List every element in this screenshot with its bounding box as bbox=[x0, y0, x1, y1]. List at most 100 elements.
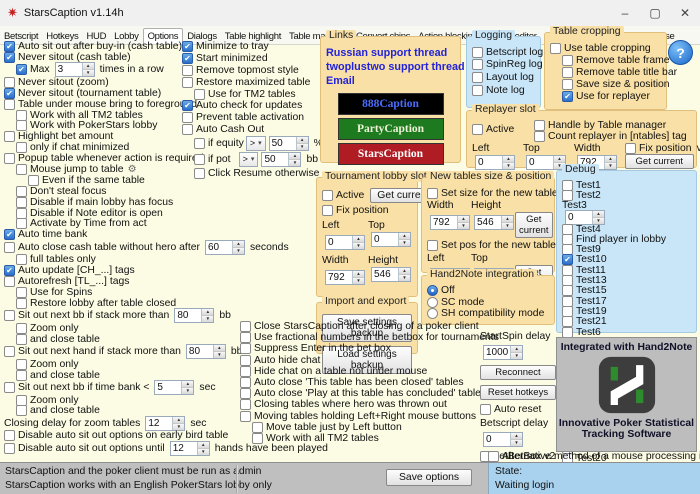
up-arrow-icon[interactable]: ▲ bbox=[511, 433, 522, 440]
checkbox-fix-position[interactable] bbox=[625, 143, 636, 154]
down-arrow-icon[interactable]: ▼ bbox=[511, 440, 522, 446]
up-arrow-icon[interactable]: ▲ bbox=[289, 152, 301, 160]
checkbox-use-for-tm2-tables[interactable] bbox=[194, 88, 205, 100]
down-arrow-icon[interactable]: ▼ bbox=[458, 223, 469, 229]
checkbox-move-table-just-by-left-button[interactable] bbox=[252, 421, 263, 433]
checkbox-remove-table-title-bar[interactable] bbox=[562, 66, 573, 78]
up-arrow-icon[interactable]: ▲ bbox=[458, 216, 469, 223]
width-spinner[interactable]: 792 ▲ ▼ bbox=[430, 215, 470, 230]
checkbox-zoom-only[interactable] bbox=[16, 358, 27, 370]
checkbox-test10[interactable]: ✔ bbox=[562, 254, 573, 266]
checkbox-note-log[interactable] bbox=[472, 84, 483, 96]
checkbox-zoom-only[interactable] bbox=[16, 322, 27, 334]
gear-icon[interactable]: ⚙ bbox=[128, 164, 137, 175]
checkbox-restore-lobby-after-table-closed[interactable] bbox=[16, 297, 27, 309]
up-arrow-icon[interactable]: ▲ bbox=[202, 309, 214, 317]
checkbox-auto-close-cash-table-without-hero-after[interactable] bbox=[4, 241, 15, 253]
radio-sc-mode[interactable] bbox=[427, 296, 438, 308]
left-spinner[interactable]: 0▲▼ bbox=[475, 155, 515, 170]
checkbox-auto-reset[interactable] bbox=[480, 403, 491, 415]
down-arrow-icon[interactable]: ▼ bbox=[182, 388, 194, 395]
spinner-arrows[interactable]: ▲▼ bbox=[502, 156, 514, 169]
help-icon[interactable]: ? bbox=[668, 40, 693, 65]
down-arrow-icon[interactable]: ▼ bbox=[232, 247, 244, 254]
minimize-icon[interactable]: – bbox=[610, 0, 640, 26]
checkbox-alternative-method-of-a-mouse-processing-in-hud[interactable] bbox=[488, 451, 499, 462]
up-arrow-icon[interactable]: ▲ bbox=[503, 156, 514, 163]
spinner-arrows[interactable]: ▲▼ bbox=[592, 210, 604, 224]
checkbox-set-size-for-the-new-tables[interactable] bbox=[427, 188, 438, 199]
checkbox-don-t-steal-focus[interactable] bbox=[16, 185, 27, 197]
checkbox-never-sitout-cash-table[interactable]: ✔ bbox=[4, 51, 15, 63]
checkbox-if-pot[interactable] bbox=[194, 153, 205, 165]
checkbox-save-size-position[interactable] bbox=[562, 79, 573, 91]
checkbox-auto-update-ch-tags[interactable]: ✔ bbox=[4, 265, 15, 277]
checkbox-auto-hide-chat[interactable] bbox=[240, 354, 251, 366]
checkbox-test6[interactable] bbox=[562, 326, 573, 338]
checkbox-remove-table-frame[interactable] bbox=[562, 54, 573, 66]
checkbox-spinreg-log[interactable] bbox=[472, 59, 483, 71]
checkbox-active[interactable] bbox=[322, 190, 333, 201]
radio-off[interactable] bbox=[427, 285, 438, 297]
down-arrow-icon[interactable]: ▼ bbox=[399, 275, 410, 281]
up-arrow-icon[interactable]: ▲ bbox=[82, 63, 94, 71]
checkbox-prevent-table-activation[interactable] bbox=[182, 112, 193, 124]
checkbox-max[interactable]: ✔ bbox=[16, 64, 27, 76]
down-arrow-icon[interactable]: ▼ bbox=[202, 316, 214, 323]
down-arrow-icon[interactable]: ▼ bbox=[173, 423, 185, 430]
down-arrow-icon[interactable]: ▼ bbox=[353, 278, 364, 284]
checkbox-table-under-mouse-bring-to-foreground[interactable] bbox=[4, 98, 15, 110]
up-arrow-icon[interactable]: ▲ bbox=[511, 346, 523, 353]
checkbox-auto-sit-out-after-buy-in-cash-table[interactable]: ✔ bbox=[4, 40, 15, 52]
down-arrow-icon[interactable]: ▼ bbox=[289, 159, 301, 166]
left-spinner[interactable]: 0▲▼ bbox=[325, 235, 365, 250]
number-spinner[interactable]: 12 ▲ ▼ bbox=[145, 415, 186, 431]
checkbox-sit-out-next-hand-if-stack-more-than[interactable] bbox=[4, 346, 15, 358]
up-arrow-icon[interactable]: ▲ bbox=[605, 156, 616, 163]
spinner-arrows[interactable]: ▲▼ bbox=[457, 216, 469, 229]
checkbox-disable-auto-sit-out-options-until[interactable] bbox=[4, 442, 15, 454]
maximize-icon[interactable]: ▢ bbox=[640, 0, 670, 26]
spinner-arrows[interactable]: ▲▼ bbox=[231, 240, 244, 254]
badge-888caption[interactable]: 888Caption bbox=[337, 93, 444, 115]
checkbox-layout-log[interactable] bbox=[472, 71, 483, 83]
link-russian-support-thread[interactable]: Russian support thread bbox=[326, 47, 447, 59]
checkbox-test21[interactable] bbox=[562, 316, 573, 328]
badge-partycaption[interactable]: PartyCaption bbox=[337, 118, 444, 140]
get-current-button[interactable]: Get current bbox=[515, 212, 553, 238]
up-arrow-icon[interactable]: ▲ bbox=[213, 345, 225, 353]
badge-starscaption[interactable]: StarsCaption bbox=[337, 143, 444, 165]
checkbox-auto-time-bank[interactable]: ✔ bbox=[4, 229, 15, 241]
checkbox-test4[interactable] bbox=[562, 223, 573, 235]
checkbox-remove-topmost-style[interactable] bbox=[182, 64, 193, 76]
checkbox-work-with-pokerstars-lobby[interactable] bbox=[16, 120, 27, 132]
checkbox-count-replayer-in-ntables-tag[interactable] bbox=[534, 131, 545, 142]
checkbox-disable-auto-sit-out-options-on-early-bird-table[interactable] bbox=[4, 430, 15, 442]
checkbox-suppress-enter-in-the-bet-box[interactable] bbox=[240, 343, 251, 355]
button-reset-hotkeys[interactable]: Reset hotkeys bbox=[480, 384, 556, 400]
comparison-dropdown[interactable]: > ▾ bbox=[238, 151, 259, 167]
number-spinner[interactable]: 60 ▲ ▼ bbox=[204, 239, 245, 255]
up-arrow-icon[interactable]: ▲ bbox=[197, 441, 209, 449]
number-spinner[interactable]: 1000 ▲ ▼ bbox=[483, 345, 524, 360]
checkbox-highlight-bet-amount[interactable] bbox=[4, 131, 15, 143]
get-current-button[interactable]: Get current bbox=[625, 154, 694, 169]
close-icon[interactable]: ✕ bbox=[670, 0, 700, 26]
checkbox-only-if-chat-minimized[interactable] bbox=[16, 142, 27, 154]
spinner-arrows[interactable]: ▲▼ bbox=[81, 63, 94, 77]
checkbox-hide-chat-on-a-table-not-under-mouse[interactable] bbox=[240, 365, 251, 377]
down-arrow-icon[interactable]: ▼ bbox=[399, 240, 410, 246]
down-arrow-icon[interactable]: ▼ bbox=[197, 448, 209, 455]
height-spinner[interactable]: 546 ▲ ▼ bbox=[474, 215, 514, 230]
checkbox-never-sitout-tournament-table[interactable]: ✔ bbox=[4, 87, 15, 99]
checkbox-use-fractional-numbers-in-the-betbox-for-tournaments[interactable] bbox=[240, 332, 251, 344]
checkbox-work-with-all-tm2-tables[interactable] bbox=[252, 432, 263, 444]
up-arrow-icon[interactable]: ▲ bbox=[502, 216, 513, 223]
checkbox-test15[interactable] bbox=[562, 285, 573, 297]
checkbox-auto-close-this-table-has-been-closed-tables[interactable] bbox=[240, 377, 251, 389]
number-spinner[interactable]: 50 ▲ ▼ bbox=[261, 151, 302, 167]
checkbox-and-close-table[interactable] bbox=[16, 369, 27, 381]
number-spinner[interactable]: 5 ▲ ▼ bbox=[154, 380, 195, 396]
up-arrow-icon[interactable]: ▲ bbox=[399, 268, 410, 275]
save-options-button[interactable]: Save options bbox=[386, 469, 473, 486]
